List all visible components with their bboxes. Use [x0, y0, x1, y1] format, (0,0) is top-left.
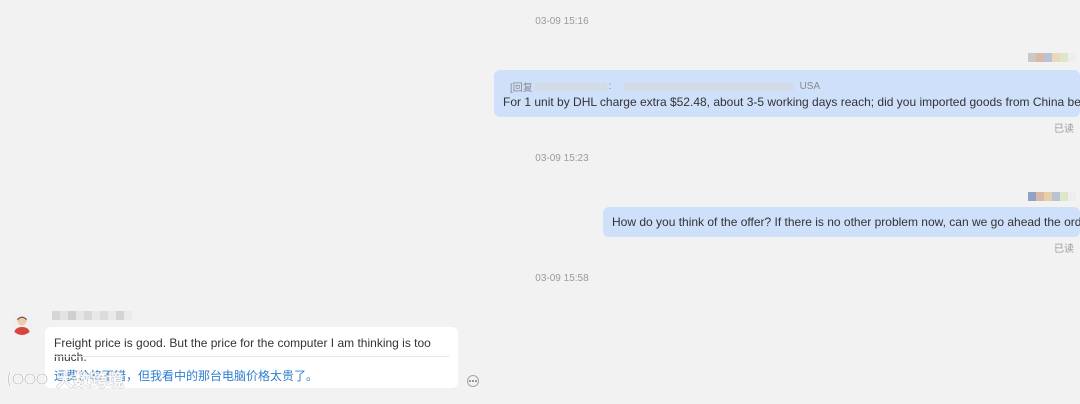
timestamp: 03-09 15:58 [535, 273, 589, 284]
sender-name-blurred [1028, 192, 1076, 201]
quote-prefix: [回复 [510, 83, 533, 94]
watermark-text: 大数跨境 [56, 371, 124, 390]
user-avatar-icon[interactable] [11, 313, 33, 335]
quote-suffix: USA [799, 81, 821, 92]
read-status: 已读 [1054, 244, 1074, 255]
blurred-text [623, 82, 794, 91]
watermark: 大数跨境 [6, 366, 124, 391]
outgoing-message[interactable]: [回复 : USA For 1 unit by DHL charge extra… [494, 70, 1080, 117]
timestamp: 03-09 15:23 [535, 153, 589, 164]
divider [54, 356, 449, 357]
quote-separator: : [608, 81, 612, 92]
blurred-text [534, 82, 607, 91]
sender-name-blurred [52, 311, 132, 320]
message-text: Freight price is good. But the price for… [54, 336, 431, 364]
watermark-logo-icon [7, 371, 48, 386]
quoted-reply: [回复 : USA [510, 79, 820, 94]
outgoing-message[interactable]: How do you think of the offer? If there … [603, 207, 1080, 237]
timestamp: 03-09 15:16 [535, 16, 589, 27]
read-status: 已读 [1054, 124, 1074, 135]
message-text: For 1 unit by DHL charge extra $52.48, a… [503, 95, 1080, 109]
message-text: How do you think of the offer? If there … [612, 215, 1080, 229]
sender-name-blurred [1028, 53, 1076, 62]
more-options-icon[interactable] [467, 375, 479, 387]
